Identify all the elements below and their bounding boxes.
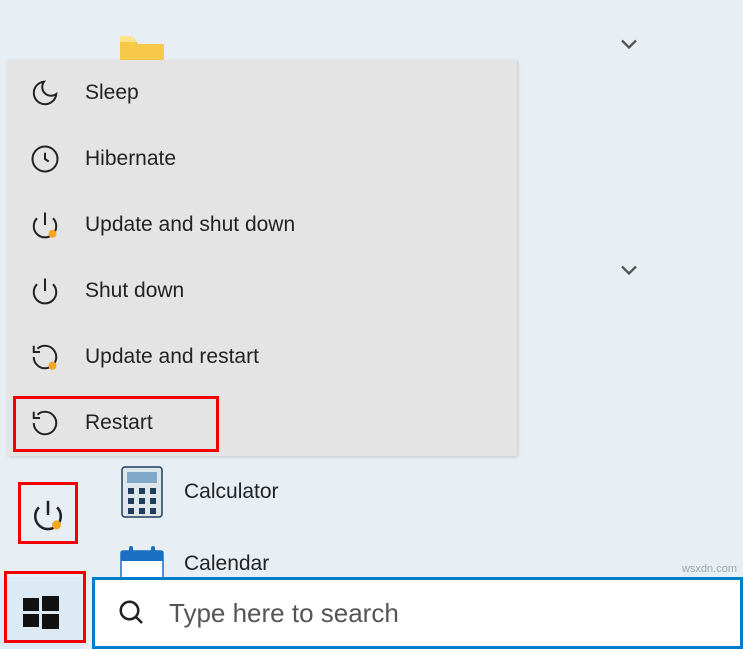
restart-update-icon (29, 341, 61, 373)
restart-icon (29, 407, 61, 439)
clock-icon (29, 143, 61, 175)
menu-item-restart[interactable]: Restart (7, 390, 517, 456)
power-icon (29, 275, 61, 307)
search-bar[interactable]: Type here to search (92, 577, 743, 649)
menu-item-update-restart[interactable]: Update and restart (7, 324, 517, 390)
menu-item-label: Sleep (85, 81, 139, 105)
power-update-icon (29, 209, 61, 241)
watermark: wsxdn.com (682, 563, 737, 575)
taskbar: Type here to search (0, 577, 743, 649)
windows-icon (21, 593, 61, 633)
menu-item-label: Update and shut down (85, 213, 295, 237)
power-menu: Sleep Hibernate Update and shut down Shu… (7, 60, 517, 456)
start-button[interactable] (0, 577, 82, 649)
menu-item-sleep[interactable]: Sleep (7, 60, 517, 126)
menu-item-label: Update and restart (85, 345, 259, 369)
moon-icon (29, 77, 61, 109)
chevron-down-icon[interactable] (615, 256, 643, 284)
start-app-calculator[interactable]: Calculator (118, 468, 279, 516)
menu-item-hibernate[interactable]: Hibernate (7, 126, 517, 192)
menu-item-label: Shut down (85, 279, 184, 303)
menu-item-update-shutdown[interactable]: Update and shut down (7, 192, 517, 258)
menu-item-label: Hibernate (85, 147, 176, 171)
chevron-down-icon[interactable] (615, 30, 643, 58)
app-label: Calculator (184, 480, 279, 504)
app-label: Calendar (184, 552, 269, 576)
menu-item-shutdown[interactable]: Shut down (7, 258, 517, 324)
calculator-icon (118, 468, 166, 516)
search-icon (117, 598, 147, 628)
search-placeholder: Type here to search (169, 598, 399, 629)
menu-item-label: Restart (85, 411, 153, 435)
start-power-button[interactable] (28, 495, 68, 535)
